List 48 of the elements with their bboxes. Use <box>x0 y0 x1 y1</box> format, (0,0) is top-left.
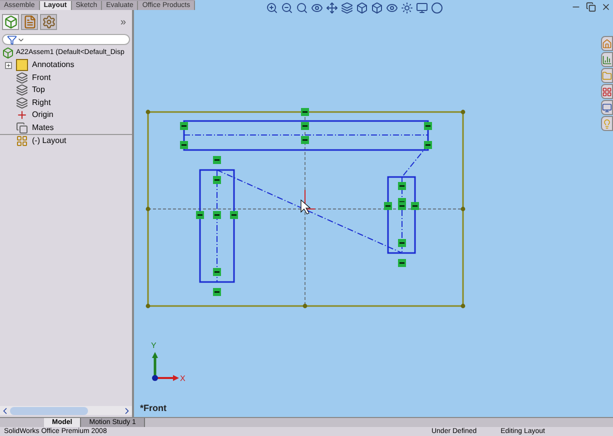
tree-item[interactable]: Annotations <box>0 59 132 72</box>
mates-icon <box>16 122 28 134</box>
panel-tab[interactable] <box>2 14 19 30</box>
view-icon[interactable] <box>311 2 323 14</box>
plane-icon <box>16 96 28 109</box>
tree-item[interactable]: Mates <box>0 122 132 134</box>
task-pane-tab[interactable] <box>601 36 613 51</box>
close-icon[interactable] <box>601 2 611 12</box>
zoom-area-icon[interactable] <box>281 2 293 14</box>
task-pane-tab[interactable] <box>601 52 613 67</box>
plane-icon <box>16 72 28 84</box>
tree-item[interactable]: Front <box>0 72 132 84</box>
folder-icon <box>602 70 612 80</box>
panel-tab[interactable] <box>21 14 38 30</box>
filter-icon <box>7 34 17 44</box>
home-icon <box>602 38 612 48</box>
axis-label: Y <box>151 340 156 352</box>
panel-tab[interactable] <box>40 14 57 30</box>
zoom-fit-icon[interactable] <box>266 2 278 14</box>
pan-icon[interactable] <box>326 2 338 14</box>
chart-icon <box>602 54 612 64</box>
tree-item[interactable]: Origin <box>0 109 132 122</box>
expand-panel-button[interactable]: » <box>116 14 130 30</box>
horizontal-scrollbar[interactable] <box>0 406 132 415</box>
assembly-icon <box>2 47 14 59</box>
properties-icon <box>22 15 36 29</box>
tree-item[interactable]: (-) Layout <box>0 135 132 148</box>
scrollbar-thumb[interactable] <box>10 406 88 414</box>
restore-icon[interactable] <box>586 2 596 12</box>
bulb-icon <box>602 118 612 128</box>
tree-item[interactable]: Top <box>0 84 132 96</box>
monitor-icon <box>602 102 612 112</box>
configuration-icon <box>42 15 56 29</box>
hide-show-icon[interactable] <box>386 2 398 14</box>
lighting-icon[interactable] <box>401 2 413 14</box>
expander-icon[interactable] <box>4 62 12 69</box>
annotation-icon <box>16 59 28 72</box>
feature-tree-icon <box>4 15 18 29</box>
task-pane-tab[interactable] <box>601 100 613 115</box>
task-pane-tab[interactable] <box>601 84 613 99</box>
axis-label: X <box>180 373 186 385</box>
plane-icon <box>16 84 28 96</box>
origin-icon <box>16 109 28 122</box>
zoom-icon[interactable] <box>296 2 308 14</box>
view-label: *Front <box>140 402 166 414</box>
layout-icon <box>16 135 28 148</box>
filter-field[interactable] <box>2 34 130 45</box>
tree-item[interactable]: Right <box>0 96 132 109</box>
